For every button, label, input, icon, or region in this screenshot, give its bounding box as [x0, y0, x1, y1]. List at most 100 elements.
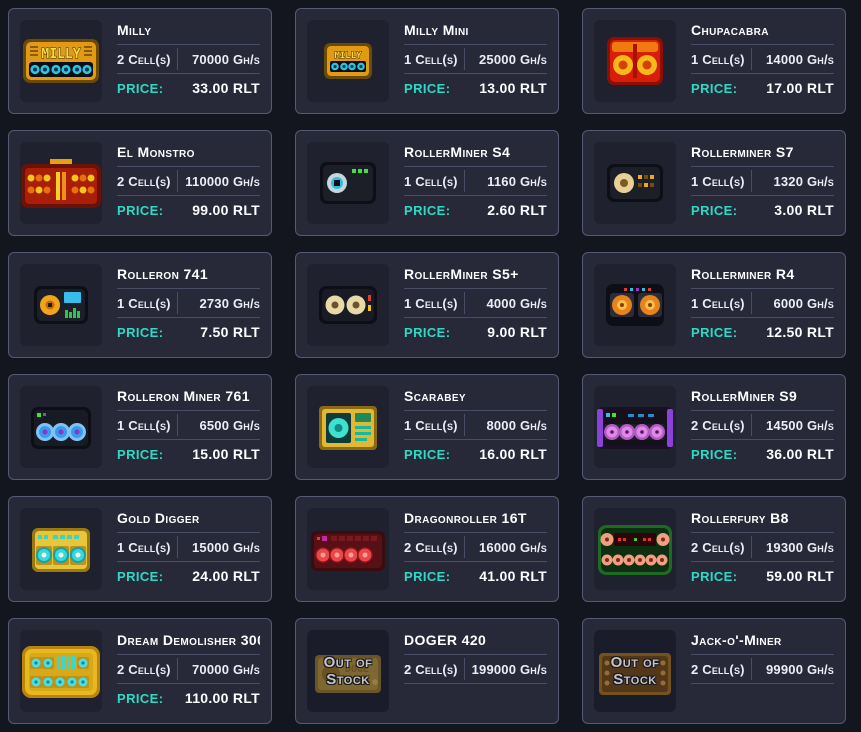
cells-count: 1 Cell(s) — [404, 52, 464, 67]
miner-dream-demolisher-3000 — [20, 630, 102, 712]
stats-row: 2 Cell(s) 110000 Gh/s — [117, 167, 260, 195]
price-value: 12.50 RLT — [766, 324, 834, 340]
miner-name: Milly — [117, 20, 260, 44]
miner-name: El Monstro — [117, 142, 260, 166]
price-label: PRICE: — [404, 81, 450, 96]
stats-row: 2 Cell(s) 14500 Gh/s — [691, 411, 834, 439]
svg-text:MILLY: MILLY — [41, 47, 80, 62]
price-value: 110.00 RLT — [185, 690, 260, 706]
price-label: PRICE: — [117, 691, 163, 706]
price-row: PRICE: 110.00 RLT — [117, 684, 260, 712]
hashrate: 14500 Gh/s — [752, 418, 834, 433]
price-value: 99.00 RLT — [192, 202, 260, 218]
cells-count: 1 Cell(s) — [117, 296, 177, 311]
miner-card[interactable]: MILLY Milly 2 Cell(s) 70000 Gh/s PRICE: … — [8, 8, 272, 114]
stats-row: 1 Cell(s) 4000 Gh/s — [404, 289, 547, 317]
price-label: PRICE: — [404, 325, 450, 340]
cells-count: 1 Cell(s) — [691, 296, 751, 311]
miner-name: DOGER 420 — [404, 630, 547, 654]
miner-name: RollerMiner S4 — [404, 142, 547, 166]
cells-count: 1 Cell(s) — [691, 52, 751, 67]
cells-count: 2 Cell(s) — [691, 418, 751, 433]
price-row: PRICE: 12.50 RLT — [691, 318, 834, 346]
miner-card[interactable]: MILLY Milly Mini 1 Cell(s) 25000 Gh/s PR… — [295, 8, 559, 114]
miner-card[interactable]: Rollerminer S7 1 Cell(s) 1320 Gh/s PRICE… — [582, 130, 846, 236]
miner-rollerminer-s4 — [307, 142, 389, 224]
miner-rollerminer-s9 — [594, 386, 676, 468]
price-value: 15.00 RLT — [192, 446, 260, 462]
miner-card[interactable]: El Monstro 2 Cell(s) 110000 Gh/s PRICE: … — [8, 130, 272, 236]
miner-name: Jack-o'-Miner — [691, 630, 834, 654]
price-value: 59.00 RLT — [766, 568, 834, 584]
cells-count: 2 Cell(s) — [117, 662, 177, 677]
cells-count: 2 Cell(s) — [691, 662, 751, 677]
hashrate: 1160 Gh/s — [465, 174, 547, 189]
out-of-stock-overlay: Out of Stock — [307, 630, 389, 712]
svg-text:MILLY: MILLY — [334, 51, 362, 61]
price-row: PRICE: 15.00 RLT — [117, 440, 260, 468]
miner-info: Rolleron 741 1 Cell(s) 2730 Gh/s PRICE: … — [117, 264, 260, 346]
miner-card[interactable]: RollerMiner S9 2 Cell(s) 14500 Gh/s PRIC… — [582, 374, 846, 480]
stats-row: 2 Cell(s) 19300 Gh/s — [691, 533, 834, 561]
miner-card[interactable]: DOGE Out of Stock DOGER 420 2 Cell(s) 19… — [295, 618, 559, 724]
price-value: 7.50 RLT — [200, 324, 260, 340]
price-row: PRICE: 36.00 RLT — [691, 440, 834, 468]
hashrate: 15000 Gh/s — [178, 540, 260, 555]
miner-name: Milly Mini — [404, 20, 547, 44]
hashrate: 199000 Gh/s — [465, 662, 547, 677]
stats-row: 2 Cell(s) 199000 Gh/s — [404, 655, 547, 683]
stats-row: 1 Cell(s) 6000 Gh/s — [691, 289, 834, 317]
miner-scarabey — [307, 386, 389, 468]
stats-row: 1 Cell(s) 6500 Gh/s — [117, 411, 260, 439]
cells-count: 2 Cell(s) — [404, 540, 464, 555]
out-of-stock-overlay: Out of Stock — [594, 630, 676, 712]
divider — [691, 683, 834, 684]
miner-card[interactable]: Out of Stock Jack-o'-Miner 2 Cell(s) 999… — [582, 618, 846, 724]
stats-row: 1 Cell(s) 8000 Gh/s — [404, 411, 547, 439]
miner-card[interactable]: RollerMiner S4 1 Cell(s) 1160 Gh/s PRICE… — [295, 130, 559, 236]
miner-name: Dragonroller 16T — [404, 508, 547, 532]
miner-card[interactable]: Dragonroller 16T 2 Cell(s) 16000 Gh/s PR… — [295, 496, 559, 602]
miner-info: RollerMiner S4 1 Cell(s) 1160 Gh/s PRICE… — [404, 142, 547, 224]
stats-row: 2 Cell(s) 70000 Gh/s — [117, 655, 260, 683]
miner-card[interactable]: Dream Demolisher 3000 2 Cell(s) 70000 Gh… — [8, 618, 272, 724]
miner-card[interactable]: Scarabey 1 Cell(s) 8000 Gh/s PRICE: 16.0… — [295, 374, 559, 480]
miner-card[interactable]: Rolleron Miner 761 1 Cell(s) 6500 Gh/s P… — [8, 374, 272, 480]
miner-info: Milly Mini 1 Cell(s) 25000 Gh/s PRICE: 1… — [404, 20, 547, 102]
price-value: 41.00 RLT — [479, 568, 547, 584]
price-value: 13.00 RLT — [479, 80, 547, 96]
price-value: 3.00 RLT — [774, 202, 834, 218]
miner-card[interactable]: Rolleron 741 1 Cell(s) 2730 Gh/s PRICE: … — [8, 252, 272, 358]
hashrate: 1320 Gh/s — [752, 174, 834, 189]
miner-doger-420: DOGE Out of Stock — [307, 630, 389, 712]
price-value: 33.00 RLT — [192, 80, 260, 96]
price-row: PRICE: 2.60 RLT — [404, 196, 547, 224]
price-value: 24.00 RLT — [192, 568, 260, 584]
hashrate: 8000 Gh/s — [465, 418, 547, 433]
miner-info: RollerMiner S9 2 Cell(s) 14500 Gh/s PRIC… — [691, 386, 834, 468]
miner-name: RollerMiner S5+ — [404, 264, 547, 288]
price-label: PRICE: — [691, 325, 737, 340]
miner-info: DOGER 420 2 Cell(s) 199000 Gh/s PRICE: — [404, 630, 547, 712]
price-label: PRICE: — [404, 447, 450, 462]
hashrate: 70000 Gh/s — [178, 52, 260, 67]
miner-rollerfury-b8 — [594, 508, 676, 590]
price-value: 16.00 RLT — [479, 446, 547, 462]
miner-card[interactable]: Rollerminer R4 1 Cell(s) 6000 Gh/s PRICE… — [582, 252, 846, 358]
miner-card[interactable]: Chupacabra 1 Cell(s) 14000 Gh/s PRICE: 1… — [582, 8, 846, 114]
cells-count: 1 Cell(s) — [117, 418, 177, 433]
price-row: PRICE: 99.00 RLT — [117, 196, 260, 224]
stats-row: 1 Cell(s) 15000 Gh/s — [117, 533, 260, 561]
miner-info: Milly 2 Cell(s) 70000 Gh/s PRICE: 33.00 … — [117, 20, 260, 102]
miner-shop-grid: MILLY Milly 2 Cell(s) 70000 Gh/s PRICE: … — [0, 0, 861, 732]
hashrate: 70000 Gh/s — [178, 662, 260, 677]
miner-card[interactable]: RollerMiner S5+ 1 Cell(s) 4000 Gh/s PRIC… — [295, 252, 559, 358]
price-label: PRICE: — [117, 203, 163, 218]
miner-card[interactable]: Rollerfury B8 2 Cell(s) 19300 Gh/s PRICE… — [582, 496, 846, 602]
miner-info: Scarabey 1 Cell(s) 8000 Gh/s PRICE: 16.0… — [404, 386, 547, 468]
price-row: PRICE: 41.00 RLT — [404, 562, 547, 590]
price-label: PRICE: — [117, 81, 163, 96]
miner-info: Dragonroller 16T 2 Cell(s) 16000 Gh/s PR… — [404, 508, 547, 590]
miner-card[interactable]: Gold Digger 1 Cell(s) 15000 Gh/s PRICE: … — [8, 496, 272, 602]
miner-name: RollerMiner S9 — [691, 386, 834, 410]
